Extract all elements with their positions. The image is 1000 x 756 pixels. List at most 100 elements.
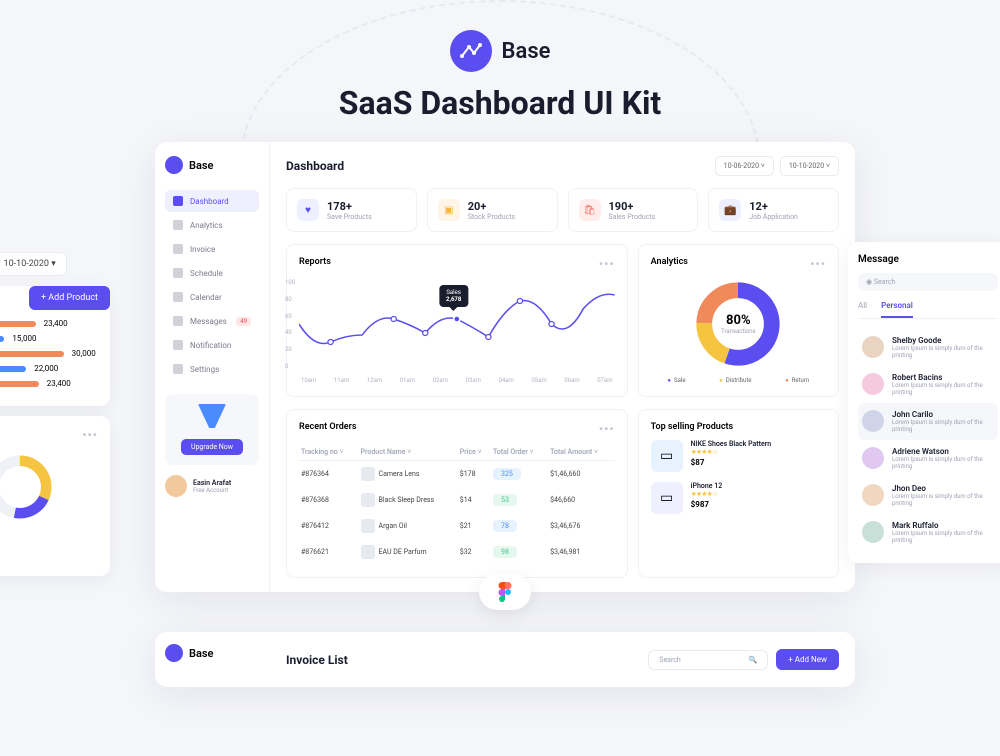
sidebar: Base Dashboard AnalyticsInvoiceScheduleCa… bbox=[155, 142, 270, 592]
hero-brand-text: Base bbox=[502, 39, 551, 64]
bar-fill bbox=[0, 351, 64, 357]
stat-label: Save Products bbox=[327, 213, 372, 221]
sidebar-brand: Base bbox=[189, 159, 213, 172]
product-thumb: ▭ bbox=[651, 482, 683, 514]
date-picker-to[interactable]: 10-10-2020 ˅ bbox=[780, 156, 839, 176]
nav-icon bbox=[173, 268, 183, 278]
message-item[interactable]: Jhon DeoLorem Ipsum is simply dum of the… bbox=[858, 477, 998, 514]
more-icon[interactable]: ••• bbox=[599, 257, 615, 271]
left-preview-panel: 6-2020 ▾ 10-10-2020 ▾ + Add Product by M… bbox=[0, 252, 110, 586]
message-search[interactable]: ◉ Search bbox=[858, 273, 998, 291]
more-icon[interactable]: ••• bbox=[599, 422, 615, 436]
avatar bbox=[862, 373, 884, 395]
stat-card: ♥178+Save Products bbox=[286, 188, 417, 232]
messages-panel: Message ◉ Search All Personal Shelby Goo… bbox=[848, 242, 1000, 563]
sidebar-item-schedule[interactable]: Schedule bbox=[165, 262, 259, 284]
sidebar-item-messages[interactable]: Messages49 bbox=[165, 310, 259, 332]
message-item[interactable]: Adriene WatsonLorem Ipsum is simply dum … bbox=[858, 440, 998, 477]
upgrade-button[interactable]: Upgrade Now bbox=[181, 439, 243, 455]
add-product-button[interactable]: + Add Product bbox=[29, 286, 110, 310]
messages-title: Message bbox=[858, 254, 998, 265]
bar-fill bbox=[0, 321, 36, 327]
sidebar-item-calendar[interactable]: Calendar bbox=[165, 286, 259, 308]
legend-distribute: Distribute bbox=[719, 377, 751, 384]
sidebar-item-notification[interactable]: Notification bbox=[165, 334, 259, 356]
date-picker-from[interactable]: 10-06-2020 ˅ bbox=[715, 156, 774, 176]
product-price: $987 bbox=[691, 500, 723, 509]
nav-icon bbox=[173, 220, 183, 230]
avatar bbox=[862, 521, 884, 543]
nav-icon bbox=[173, 364, 183, 374]
reports-chart: 100806040200 Sales bbox=[299, 279, 615, 384]
recent-orders-panel: Recent Orders ••• Tracking no ˅Product N… bbox=[286, 409, 628, 578]
bar-row: 15,000 bbox=[0, 334, 98, 343]
avatar bbox=[165, 475, 187, 497]
stat-number: 178+ bbox=[327, 200, 372, 213]
sidebar-item-dashboard[interactable]: Dashboard bbox=[165, 190, 259, 212]
sidebar-item-invoice[interactable]: Invoice bbox=[165, 238, 259, 260]
search-icon: 🔍 bbox=[749, 656, 758, 664]
message-item[interactable]: John CariloLorem Ipsum is simply dum of … bbox=[858, 403, 998, 440]
qty-pill: 325 bbox=[493, 468, 521, 480]
product-item[interactable]: ▭NIKE Shoes Black Pattern★★★★☆$87 bbox=[651, 440, 826, 472]
sidebar-logo: Base bbox=[165, 156, 259, 174]
product-thumb-icon bbox=[361, 519, 375, 533]
logo-icon bbox=[165, 644, 183, 662]
col-header[interactable]: Total Order ˅ bbox=[491, 444, 548, 461]
nav-icon bbox=[173, 196, 183, 206]
bar-value: 22,000 bbox=[34, 364, 58, 373]
bar-fill bbox=[0, 381, 39, 387]
table-row[interactable]: #876368Black Sleep Dress$1453$46,660 bbox=[299, 487, 615, 513]
bar-value: 23,400 bbox=[47, 379, 71, 388]
col-header[interactable]: Product Name ˅ bbox=[359, 444, 458, 461]
more-icon[interactable]: ••• bbox=[810, 257, 826, 271]
search-input[interactable]: Search 🔍 bbox=[648, 650, 768, 670]
message-preview: Lorem Ipsum is simply dum of the printin… bbox=[892, 530, 994, 544]
product-thumb-icon bbox=[361, 545, 375, 559]
message-preview: Lorem Ipsum is simply dum of the printin… bbox=[892, 345, 994, 359]
sidebar-item-settings[interactable]: Settings bbox=[165, 358, 259, 380]
stat-icon: 🛍 bbox=[579, 199, 601, 221]
star-rating-icon: ★★★★☆ bbox=[691, 490, 723, 498]
tab-personal[interactable]: Personal bbox=[881, 301, 913, 318]
more-icon[interactable]: ••• bbox=[82, 428, 98, 442]
message-preview: Lorem Ipsum is simply dum of the printin… bbox=[892, 419, 994, 433]
col-header[interactable]: Price ˅ bbox=[458, 444, 491, 461]
invoice-title: Invoice List bbox=[286, 653, 348, 667]
message-item[interactable]: Mark RuffaloLorem Ipsum is simply dum of… bbox=[858, 514, 998, 551]
stat-card: ▣20+Stock Products bbox=[427, 188, 558, 232]
table-row[interactable]: #876412Argan Oil$2178$3,46,676 bbox=[299, 513, 615, 539]
badge: 49 bbox=[236, 317, 251, 326]
upgrade-box: Upgrade Now bbox=[165, 394, 259, 465]
chart-tooltip: Sales 2,678 bbox=[439, 285, 468, 307]
bar-value: 15,000 bbox=[12, 334, 36, 343]
nav-icon bbox=[173, 244, 183, 254]
col-header[interactable]: Total Amount ˅ bbox=[548, 444, 615, 461]
figma-badge-icon bbox=[479, 574, 531, 610]
qty-pill: 98 bbox=[493, 546, 517, 558]
user-name: Easin Arafat bbox=[193, 479, 231, 487]
hero-section: Base SaaS Dashboard UI Kit bbox=[0, 0, 1000, 142]
orders-title: Recent Orders bbox=[299, 422, 357, 436]
message-sender: Robert Bacins bbox=[892, 373, 994, 382]
products-title: Top selling Products bbox=[651, 422, 734, 432]
message-item[interactable]: Robert BacinsLorem Ipsum is simply dum o… bbox=[858, 366, 998, 403]
stat-label: Sales Products bbox=[609, 213, 656, 221]
logo-icon bbox=[450, 30, 492, 72]
table-row[interactable]: #876621EAU DE Parfum$3298$3,46,981 bbox=[299, 539, 615, 565]
user-profile[interactable]: Easin Arafat Free Account bbox=[165, 475, 259, 497]
bar-row: 22,000 bbox=[0, 364, 98, 373]
decorative-arc bbox=[240, 0, 760, 160]
date-to[interactable]: 10-10-2020 ▾ bbox=[0, 252, 67, 276]
sidebar-item-analytics[interactable]: Analytics bbox=[165, 214, 259, 236]
add-new-button[interactable]: + Add New bbox=[776, 649, 839, 670]
table-row[interactable]: #876364Camera Lens$178325$1,46,660 bbox=[299, 461, 615, 488]
col-header[interactable]: Tracking no ˅ bbox=[299, 444, 359, 461]
star-rating-icon: ★★★★☆ bbox=[691, 448, 772, 456]
dashboard-window: Base Dashboard AnalyticsInvoiceScheduleCa… bbox=[155, 142, 855, 592]
tab-all[interactable]: All bbox=[858, 301, 867, 318]
message-item[interactable]: Shelby GoodeLorem Ipsum is simply dum of… bbox=[858, 329, 998, 366]
nav-label: Dashboard bbox=[190, 197, 229, 206]
product-item[interactable]: ▭iPhone 12★★★★☆$987 bbox=[651, 482, 826, 514]
reports-panel: Reports ••• 100806040200 bbox=[286, 244, 628, 397]
